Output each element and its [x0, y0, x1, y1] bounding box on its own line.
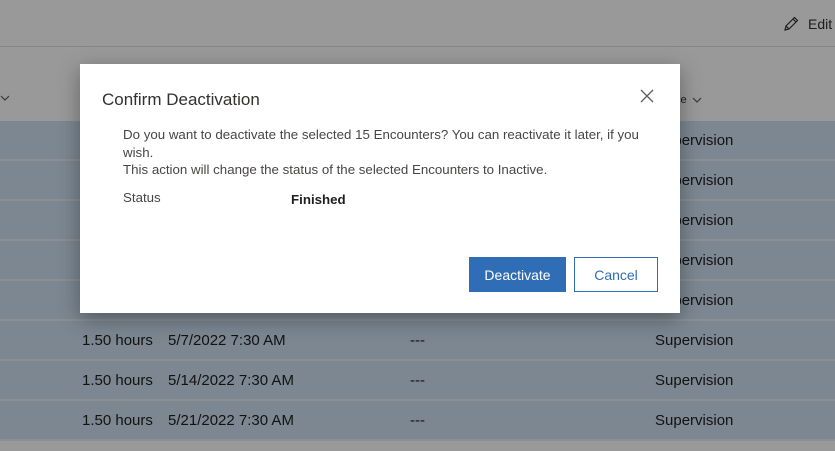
dialog-message-line1: Do you want to deactivate the selected 1…: [123, 127, 639, 160]
dialog-message: Do you want to deactivate the selected 1…: [123, 126, 653, 179]
status-value: Finished: [291, 192, 346, 207]
confirm-deactivation-dialog: Confirm Deactivation Do you want to deac…: [80, 64, 680, 313]
status-label: Status: [123, 190, 161, 205]
deactivate-button[interactable]: Deactivate: [469, 257, 566, 292]
dialog-title: Confirm Deactivation: [102, 90, 260, 109]
cancel-button[interactable]: Cancel: [574, 257, 658, 292]
close-icon[interactable]: [639, 88, 655, 104]
dialog-message-line2: This action will change the status of th…: [123, 162, 548, 177]
